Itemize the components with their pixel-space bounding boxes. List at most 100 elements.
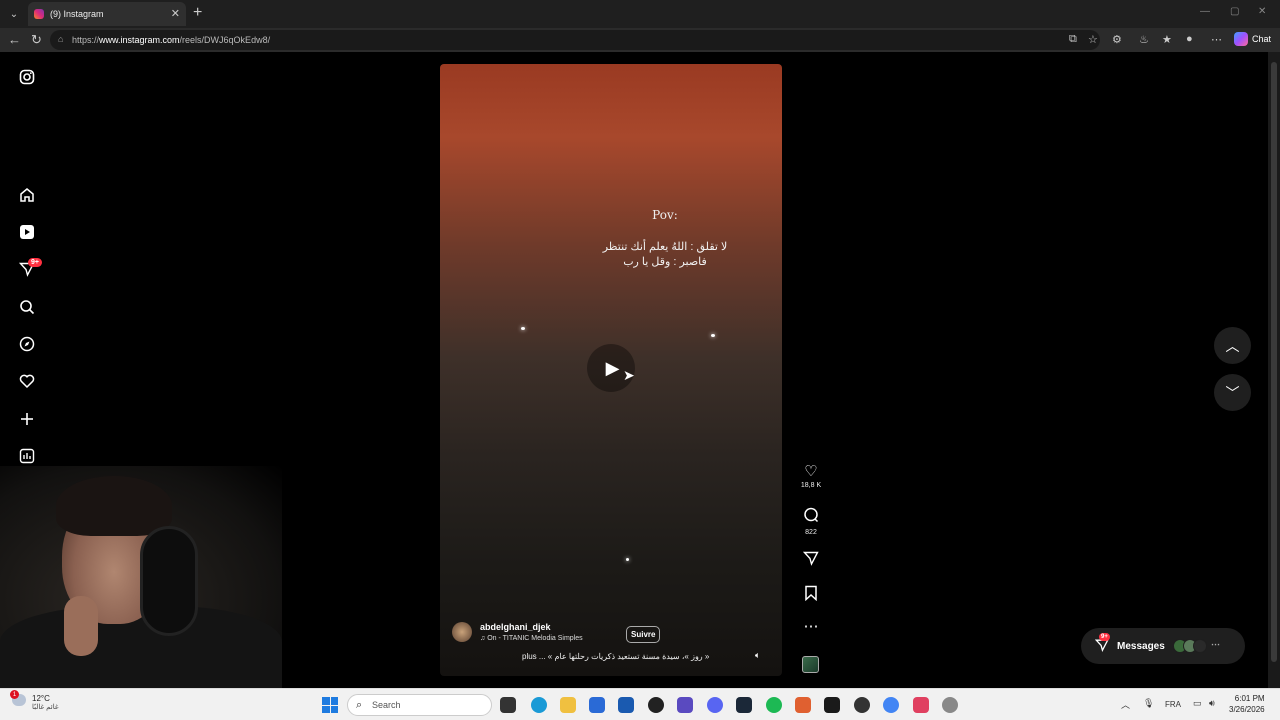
chat-label: Chat — [1252, 34, 1272, 44]
microphone-icon[interactable]: 🎙︎ — [1143, 698, 1154, 709]
windows-start-icon[interactable] — [322, 697, 338, 713]
new-tab-button[interactable]: + — [193, 4, 202, 22]
boat-light — [626, 558, 629, 561]
create-plus-icon[interactable] — [18, 410, 36, 428]
edge-browser-icon[interactable] — [531, 697, 547, 713]
chrome-icon[interactable] — [883, 697, 899, 713]
more-options-icon[interactable]: ⋯ — [798, 619, 824, 635]
follow-button[interactable]: Suivre — [626, 626, 661, 643]
app-icon-2[interactable] — [854, 697, 870, 713]
cloud-weather-icon: 1 — [10, 690, 26, 706]
reels-icon[interactable] — [18, 223, 36, 241]
volume-icon[interactable]: 🔊︎ — [1209, 698, 1215, 709]
search-icon[interactable] — [18, 298, 36, 316]
dashboard-insights-icon[interactable] — [18, 447, 36, 465]
input-language[interactable]: FRA — [1165, 700, 1181, 709]
original-audio-thumbnail[interactable] — [802, 656, 819, 673]
share-send-icon[interactable] — [798, 550, 824, 570]
tray-chevron-up-icon[interactable]: ︿ — [1121, 698, 1130, 711]
scrollbar-thumb[interactable] — [1271, 62, 1277, 662]
weather-condition: غائم غالبًا — [32, 704, 59, 711]
message-avatar-3 — [1193, 639, 1207, 653]
page-scrollbar[interactable] — [1268, 52, 1280, 688]
next-reel-chevron-down-icon[interactable]: ﹀ — [1214, 374, 1251, 411]
tab-title: (9) Instagram — [50, 9, 104, 19]
maximize-icon[interactable]: ▢ — [1230, 6, 1239, 17]
reload-icon[interactable]: ↻ — [31, 32, 42, 48]
app-icon-3[interactable] — [913, 697, 929, 713]
messages-label: Messages — [1117, 640, 1165, 652]
distant-light-left — [521, 327, 525, 330]
author-username[interactable]: abdelghani_djek — [480, 622, 583, 632]
terminal-icon[interactable] — [824, 697, 840, 713]
back-arrow-icon[interactable]: ← — [8, 32, 21, 47]
taskbar-search-input[interactable]: ⌕ Search — [347, 694, 492, 716]
instagram-favicon-icon — [34, 9, 44, 19]
network-icon[interactable]: ▭ — [1193, 698, 1202, 709]
url-prefix: https:// — [72, 35, 100, 45]
like-heart-icon[interactable]: ♡ — [798, 464, 824, 480]
reel-overlay-arabic-text: لا تقلق : اللهُ يعلم أنك تنتظر فاصبر : و… — [590, 240, 740, 270]
obs-icon[interactable] — [648, 697, 664, 713]
messages-badge: 9+ — [1099, 633, 1110, 641]
reel-caption[interactable]: plus ... « روز »، سيدة مسنة تستعيد ذكريا… — [522, 652, 709, 661]
tab-actions-chevron-icon[interactable]: ⌄ — [4, 4, 24, 24]
store-icon[interactable] — [618, 697, 634, 713]
favorites-icon[interactable]: ★ — [1162, 33, 1172, 46]
mouse-cursor-icon: ➤ — [623, 367, 635, 383]
file-explorer-icon[interactable] — [560, 697, 576, 713]
weather-temperature: 12°C — [32, 694, 50, 703]
author-avatar[interactable] — [452, 622, 472, 642]
bookmark-icon[interactable] — [798, 585, 824, 605]
streamer-body — [0, 606, 282, 688]
url-input[interactable]: ⌂ https://www.instagram.com/reels/DWJ6qO… — [50, 30, 1100, 50]
settings-gear-icon[interactable] — [942, 697, 958, 713]
copilot-icon — [1234, 32, 1248, 46]
profile-avatar-icon[interactable]: ● — [1186, 33, 1193, 45]
windows-taskbar: 1 12°C غائم غالبًا ⌕ Search ︿ 🎙︎ FRA ▭ 🔊… — [0, 688, 1280, 720]
notifications-heart-icon[interactable] — [18, 372, 36, 390]
browser-tab-instagram[interactable]: (9) Instagram ✕ — [28, 2, 186, 26]
previous-reel-chevron-up-icon[interactable]: ︿ — [1214, 327, 1251, 364]
weather-widget[interactable]: 1 12°C غائم غالبًا — [10, 690, 59, 711]
home-icon[interactable] — [18, 186, 36, 204]
headphones-image — [140, 526, 198, 636]
window-close-icon[interactable]: ✕ — [1258, 6, 1266, 17]
discord-icon[interactable] — [707, 697, 723, 713]
steam-icon[interactable] — [736, 697, 752, 713]
comment-bubble-icon[interactable] — [798, 507, 824, 527]
more-menu-icon[interactable]: ⋯ — [1211, 33, 1222, 46]
split-screen-icon[interactable]: ⧉ — [1069, 33, 1077, 46]
share-action[interactable] — [798, 550, 824, 570]
copilot-chat-button[interactable]: Chat — [1234, 32, 1271, 46]
comment-count: 822 — [805, 529, 817, 536]
tab-close-icon[interactable]: ✕ — [171, 7, 180, 20]
save-action[interactable] — [798, 585, 824, 605]
address-bar-row: ← ↻ ⌂ https://www.instagram.com/reels/DW… — [0, 28, 1280, 52]
performance-icon[interactable]: ♨ — [1139, 33, 1149, 46]
system-clock[interactable]: 6:01 PM 3/26/2026 — [1229, 693, 1265, 715]
task-view-icon[interactable] — [500, 697, 516, 713]
app-icon-1[interactable] — [795, 697, 811, 713]
like-action[interactable]: ♡ 18,8 K — [798, 464, 824, 490]
minimize-icon[interactable]: — — [1200, 6, 1210, 17]
messages-button[interactable]: 9+ Messages ⋯ — [1081, 628, 1245, 664]
more-dots-icon[interactable]: ⋯ — [798, 619, 824, 635]
extensions-icon[interactable]: ⚙ — [1112, 33, 1122, 46]
instagram-logo-icon[interactable] — [18, 68, 36, 86]
webcam-overlay — [0, 466, 282, 688]
site-info-icon[interactable]: ⌂ — [58, 34, 63, 44]
favorite-star-icon[interactable]: ☆ — [1088, 33, 1098, 46]
notifications-badge: 9+ — [28, 258, 42, 267]
mute-speaker-icon[interactable]: 🔈︎ — [755, 650, 760, 661]
teams-icon[interactable] — [677, 697, 693, 713]
comment-action[interactable]: 822 — [798, 507, 824, 536]
reel-music-info[interactable]: ♫ On - TITANIC Melodia Simples — [480, 635, 583, 642]
explore-compass-icon[interactable] — [18, 335, 36, 353]
reel-overlay-pov-text: Pov: — [652, 208, 678, 222]
clock-time: 6:01 PM — [1234, 694, 1265, 703]
reel-arabic-line2: فاصبر : وقل يا رب — [623, 256, 707, 268]
outlook-icon[interactable] — [589, 697, 605, 713]
spotify-icon[interactable] — [766, 697, 782, 713]
reel-video[interactable]: Pov: لا تقلق : اللهُ يعلم أنك تنتظر فاصب… — [440, 64, 782, 676]
